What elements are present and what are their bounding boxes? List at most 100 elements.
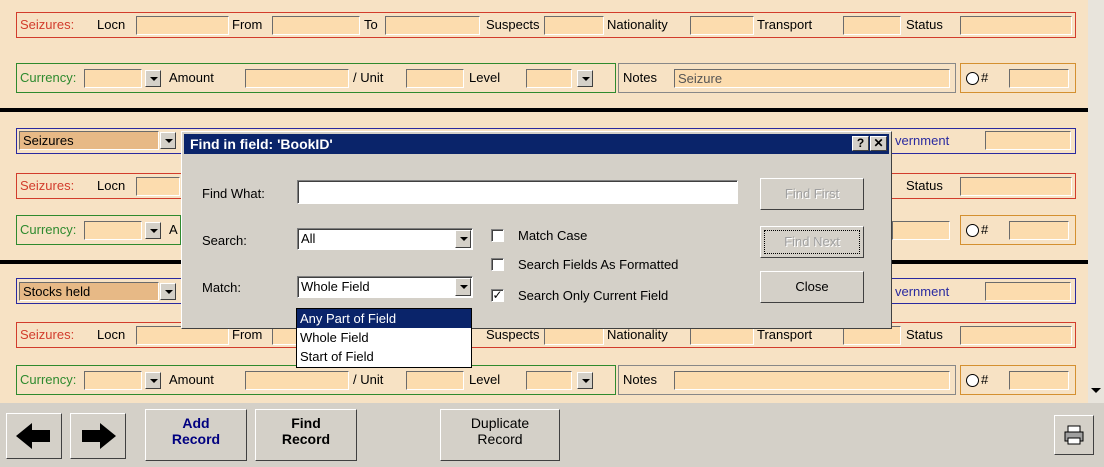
notes-field[interactable] [892,221,950,240]
record-radio[interactable] [966,224,979,237]
seizures-label: Seizures: [20,327,75,342]
match-case-label: Match Case [518,228,588,243]
amount-label: Amount [169,372,214,387]
category-dropdown-button[interactable] [160,132,176,149]
close-icon[interactable]: ✕ [870,136,887,151]
duplicate-record-button[interactable]: Duplicate Record [440,409,560,461]
unit-field[interactable] [406,371,464,390]
printer-icon [1064,425,1084,445]
find-first-button[interactable]: Find First [760,178,864,210]
vertical-scrollbar[interactable] [1088,0,1104,403]
currency-label: Currency: [20,222,77,237]
currency-field[interactable] [84,69,142,88]
find-record-label-1: Find [291,415,321,431]
match-select-value: Whole Field [301,279,370,294]
dialog-titlebar[interactable]: Find in field: 'BookID' ? ✕ [184,134,889,154]
currency-field[interactable] [84,221,142,240]
id-field[interactable] [1009,221,1069,240]
search-dropdown-button[interactable] [455,230,471,248]
find-record-button[interactable]: Find Record [255,409,357,461]
level-dropdown-button[interactable] [577,70,593,87]
match-dropdown-list: Any Part of Field Whole Field Start of F… [296,308,472,368]
status-label: Status [906,327,943,342]
transport-field[interactable] [843,16,901,35]
status-field[interactable] [960,177,1072,196]
help-button[interactable]: ? [852,136,869,151]
currency-dropdown-button[interactable] [145,70,161,87]
option-whole-field[interactable]: Whole Field [297,328,471,347]
locn-label: Locn [97,327,126,342]
locn-label: Locn [97,17,126,32]
category-field[interactable]: Stocks held [19,282,159,301]
find-dialog: Find in field: 'BookID' ? ✕ Find What: S… [181,131,892,329]
to-field[interactable] [385,16,480,35]
notes-field[interactable]: Seizure [674,69,950,88]
nationality-field[interactable] [690,16,754,35]
match-select[interactable]: Whole Field [297,276,473,298]
notes-field[interactable] [674,371,950,390]
option-start-of-field[interactable]: Start of Field [297,347,471,366]
record-radio[interactable] [966,72,979,85]
notes-label: Notes [623,70,657,85]
add-record-button[interactable]: Add Record [145,409,247,461]
next-record-button[interactable] [70,413,126,459]
locn-label: Locn [97,178,126,193]
currency-dropdown-button[interactable] [145,372,161,389]
level-label: Level [469,70,501,85]
locn-field[interactable] [136,16,229,35]
search-current-checkbox[interactable]: ✓ [491,289,504,302]
search-select[interactable]: All [297,228,473,250]
status-label: Status [906,17,943,32]
amount-field[interactable] [245,69,349,88]
previous-record-button[interactable] [6,413,62,459]
add-record-label-1: Add [182,415,210,431]
suspects-field[interactable] [544,16,604,35]
dialog-title: Find in field: 'BookID' [190,136,333,152]
arrow-right-icon [82,423,116,449]
print-button[interactable] [1054,415,1094,455]
bottom-toolbar: Add Record Find Record Duplicate Record [0,403,1104,467]
from-field[interactable] [272,16,360,35]
find-next-button[interactable]: Find Next [760,226,864,258]
search-current-label: Search Only Current Field [518,288,669,303]
duplicate-record-label-2: Record [477,431,523,447]
search-label: Search: [202,233,247,248]
level-dropdown-button[interactable] [577,372,593,389]
status-field[interactable] [960,16,1072,35]
government-field[interactable] [985,131,1071,150]
currency-dropdown-button[interactable] [145,222,161,239]
currency-label: Currency: [20,70,77,85]
id-field[interactable] [1009,371,1069,390]
find-what-label: Find What: [202,186,265,201]
level-field[interactable] [526,69,572,88]
locn-field[interactable] [136,177,180,196]
government-field[interactable] [985,282,1071,301]
arrow-left-icon [16,423,50,449]
category-field[interactable]: Seizures [19,131,159,150]
amount-label: Amount [169,70,214,85]
unit-label: / Unit [353,372,384,387]
government-label: vernment [895,284,950,299]
match-label: Match: [202,280,242,295]
duplicate-record-label-1: Duplicate [470,415,530,431]
currency-label: Currency: [20,372,77,387]
level-field[interactable] [526,371,572,390]
category-dropdown-button[interactable] [160,283,176,300]
close-button[interactable]: Close [760,271,864,303]
option-any-part[interactable]: Any Part of Field [297,309,471,328]
notes-label: Notes [623,372,657,387]
status-field[interactable] [960,326,1072,345]
unit-field[interactable] [406,69,464,88]
suspects-label: Suspects [486,17,540,32]
currency-field[interactable] [84,371,142,390]
match-dropdown-button[interactable] [455,278,471,296]
amount-field[interactable] [245,371,349,390]
amount-label: A [169,222,178,237]
from-label: From [232,17,263,32]
search-formatted-checkbox[interactable] [491,258,504,271]
find-what-input[interactable] [297,180,738,204]
hash-label: # [981,372,989,387]
record-radio[interactable] [966,374,979,387]
id-field[interactable] [1009,69,1069,88]
match-case-checkbox[interactable] [491,229,504,242]
